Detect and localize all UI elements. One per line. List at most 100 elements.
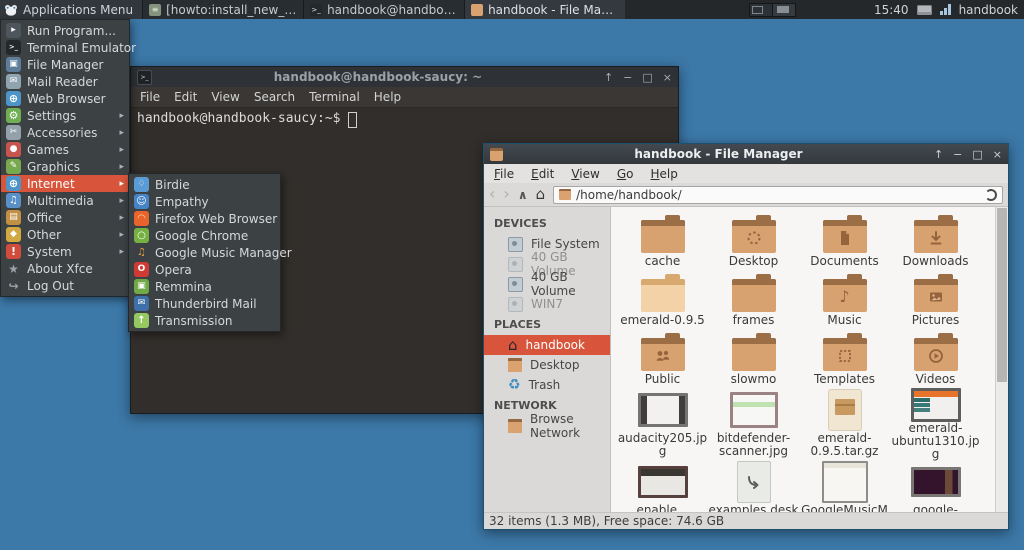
- fm-titlebar[interactable]: handbook - File Manager ↑ − □ ×: [484, 144, 1008, 164]
- thumb-audacity-icon: [637, 393, 688, 427]
- menu-item-office[interactable]: ▤ Office ▸: [1, 209, 129, 226]
- shade-button[interactable]: ↑: [604, 72, 613, 83]
- file-item-videos[interactable]: Videos: [890, 329, 981, 388]
- submenu-item-google-music-manager[interactable]: ♫ Google Music Manager: [129, 244, 292, 261]
- sidebar-item-40-gb-volume[interactable]: 40 GB Volume: [484, 250, 610, 278]
- minimize-button[interactable]: −: [623, 72, 632, 83]
- file-item-google-search[interactable]: google-search...: [890, 460, 981, 512]
- task-button[interactable]: ≡ [howto:install_new_the...: [142, 0, 304, 19]
- file-item-pictures[interactable]: Pictures: [890, 270, 981, 329]
- file-item-templates[interactable]: Templates: [799, 329, 890, 388]
- home-button[interactable]: ⌂: [536, 187, 546, 202]
- desktop[interactable]: >_ handbook@handbook-saucy: ~ ↑ − □ × Fi…: [0, 0, 1024, 550]
- menu-item-terminal-emulator[interactable]: >_ Terminal Emulator: [1, 39, 136, 56]
- menu-item-other[interactable]: ◆ Other ▸: [1, 226, 129, 243]
- submenu-item-firefox-web-browser[interactable]: ◠ Firefox Web Browser: [129, 210, 280, 227]
- file-item-downloads[interactable]: Downloads: [890, 211, 981, 270]
- menu-item-file-manager[interactable]: ▣ File Manager: [1, 56, 129, 73]
- maximize-button[interactable]: □: [642, 72, 652, 83]
- menu-item-run-program[interactable]: ▸ Run Program...: [1, 22, 129, 39]
- file-item-googlemusicman[interactable]: GoogleMusicMan...: [799, 460, 890, 512]
- file-item-emerald-0-9-5-tar-gz[interactable]: emerald-0.9.5.tar.gz: [799, 388, 890, 460]
- fm-menu-file[interactable]: File: [494, 167, 514, 181]
- keyboard-layout-icon[interactable]: [916, 4, 932, 15]
- menu-item-web-browser[interactable]: ⊕ Web Browser: [1, 90, 129, 107]
- file-item-examples-deskto[interactable]: examples.deskto...: [708, 460, 799, 512]
- submenu-item-thunderbird-mail[interactable]: ✉ Thunderbird Mail: [129, 295, 280, 312]
- terminal-menu-terminal[interactable]: Terminal: [309, 90, 360, 104]
- file-item-documents[interactable]: Documents: [799, 211, 890, 270]
- up-button[interactable]: ∧: [518, 188, 528, 202]
- fm-menu-view[interactable]: View: [571, 167, 599, 181]
- clock[interactable]: 15:40: [874, 3, 909, 17]
- file-item-frames[interactable]: frames: [708, 270, 799, 329]
- submenu-item-opera[interactable]: O Opera: [129, 261, 280, 278]
- submenu-item-google-chrome[interactable]: ○ Google Chrome: [129, 227, 280, 244]
- menu-item-log-out[interactable]: ↪ Log Out: [1, 277, 129, 294]
- file-item-slowmo[interactable]: slowmo: [708, 329, 799, 388]
- terminal-menu-view[interactable]: View: [211, 90, 239, 104]
- sidebar-item-browse-network[interactable]: Browse Network: [484, 412, 610, 440]
- file-item-emerald-0-9-5[interactable]: emerald-0.9.5: [617, 270, 708, 329]
- reload-icon[interactable]: [985, 188, 997, 201]
- workspace-2[interactable]: [771, 3, 795, 16]
- maximize-button[interactable]: □: [972, 149, 982, 160]
- path-bar[interactable]: /home/handbook/: [553, 185, 1003, 204]
- vertical-scrollbar[interactable]: [995, 207, 1008, 512]
- sidebar-item-trash[interactable]: ♻ Trash: [484, 375, 610, 395]
- network-signal-icon[interactable]: [939, 4, 951, 15]
- submenu-item-birdie[interactable]: ♢ Birdie: [129, 176, 280, 193]
- fm-menu-help[interactable]: Help: [650, 167, 677, 181]
- file-item-bitdefender-scanner-jpg[interactable]: bitdefender-scanner.jpg: [708, 388, 799, 460]
- file-item-enable[interactable]: enable...: [617, 460, 708, 512]
- scrollbar-thumb[interactable]: [997, 208, 1007, 382]
- workspace-1[interactable]: [749, 3, 772, 16]
- shade-button[interactable]: ↑: [934, 149, 943, 160]
- menu-item-settings[interactable]: ⚙ Settings ▸: [1, 107, 129, 124]
- task-button[interactable]: handbook - File Manager: [464, 0, 626, 19]
- terminal-body[interactable]: handbook@handbook-saucy:~$: [131, 108, 678, 131]
- workspace-switcher[interactable]: [748, 2, 796, 17]
- close-button[interactable]: ×: [663, 72, 672, 83]
- file-item-music[interactable]: ♪ Music: [799, 270, 890, 329]
- menu-item-internet[interactable]: ⊕ Internet ▸: [1, 175, 129, 192]
- menu-item-multimedia[interactable]: ♫ Multimedia ▸: [1, 192, 129, 209]
- close-button[interactable]: ×: [993, 149, 1002, 160]
- file-label: emerald-ubuntu1310.jpg: [891, 421, 980, 461]
- terminal-menu-help[interactable]: Help: [374, 90, 401, 104]
- menu-item-accessories[interactable]: ✂ Accessories ▸: [1, 124, 129, 141]
- menu-item-system[interactable]: ! System ▸: [1, 243, 129, 260]
- file-label: Music: [827, 313, 862, 327]
- terminal-menu-edit[interactable]: Edit: [174, 90, 197, 104]
- forward-button[interactable]: ›: [503, 185, 509, 202]
- file-icon: [640, 211, 685, 255]
- terminal-menu-search[interactable]: Search: [254, 90, 295, 104]
- terminal-titlebar[interactable]: >_ handbook@handbook-saucy: ~ ↑ − □ ×: [131, 67, 678, 87]
- menu-item-mail-reader[interactable]: ✉ Mail Reader: [1, 73, 129, 90]
- session-user-label[interactable]: handbook: [959, 3, 1018, 17]
- fm-menu-go[interactable]: Go: [617, 167, 634, 181]
- file-item-public[interactable]: Public: [617, 329, 708, 388]
- chrome-icon: ○: [134, 228, 149, 243]
- back-button[interactable]: ‹: [489, 185, 495, 202]
- file-item-desktop[interactable]: Desktop: [708, 211, 799, 270]
- menu-item-about-xfce[interactable]: ★ About Xfce: [1, 260, 129, 277]
- sidebar-item-handbook[interactable]: ⌂ handbook: [484, 335, 610, 355]
- submenu-item-transmission[interactable]: ↑ Transmission: [129, 312, 280, 329]
- file-item-emerald-ubuntu1310-jpg[interactable]: emerald-ubuntu1310.jpg: [890, 388, 981, 460]
- file-item-cache[interactable]: cache: [617, 211, 708, 270]
- menu-item-graphics[interactable]: ✎ Graphics ▸: [1, 158, 129, 175]
- minimize-button[interactable]: −: [953, 149, 962, 160]
- submenu-item-empathy[interactable]: ☺ Empathy: [129, 193, 280, 210]
- fm-file-area[interactable]: cache Desktop Documents Downloads emerald-0.…: [611, 207, 995, 512]
- task-button[interactable]: >_ handbook@handbook-s...: [303, 0, 465, 19]
- file-item-audacity205-jpg[interactable]: audacity205.jpg: [617, 388, 708, 460]
- sidebar-item-win7[interactable]: WIN7: [484, 294, 610, 314]
- submenu-item-remmina[interactable]: ▣ Remmina: [129, 278, 280, 295]
- fm-menu-edit[interactable]: Edit: [531, 167, 554, 181]
- terminal-menu-file[interactable]: File: [140, 90, 160, 104]
- applications-menu-button[interactable]: Applications Menu: [0, 0, 143, 19]
- sidebar-item-desktop[interactable]: Desktop: [484, 355, 610, 375]
- menu-item-games[interactable]: ● Games ▸: [1, 141, 129, 158]
- thumb-white-icon: [821, 461, 868, 503]
